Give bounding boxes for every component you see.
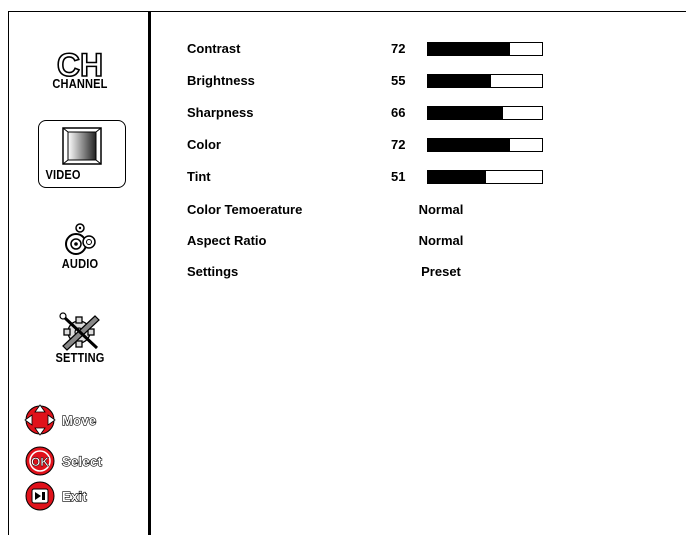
menu-value-contrast: 72 — [391, 41, 406, 56]
sidebar-item-video[interactable]: VIDEO — [38, 120, 126, 188]
sharpness-slider[interactable] — [427, 106, 543, 120]
sidebar-label-video: VIDEO — [45, 167, 81, 182]
menu-item-contrast[interactable]: Contrast 72 — [187, 41, 587, 61]
menu-value-sharpness: 66 — [391, 105, 406, 120]
menu-value-tint: 51 — [391, 169, 406, 184]
menu-label-tint: Tint — [187, 169, 211, 184]
sidebar-label-audio: AUDIO — [61, 256, 99, 271]
menu-label-color: Color — [187, 137, 221, 152]
brightness-slider-fill — [428, 75, 491, 87]
legend-exit: Exit — [24, 480, 87, 512]
menu-item-color-temperature[interactable]: Color Temoerature Normal — [187, 202, 587, 222]
legend-label-move: Move — [61, 412, 97, 428]
legend-label-exit: Exit — [61, 488, 88, 504]
brightness-slider[interactable] — [427, 74, 543, 88]
legend-label-select: Select — [61, 453, 103, 469]
menu-value-settings: Preset — [421, 264, 461, 279]
menu-item-tint[interactable]: Tint 51 — [187, 169, 587, 189]
tools-icon — [59, 312, 100, 351]
menu-label-brightness: Brightness — [187, 73, 255, 88]
color-slider-fill — [428, 139, 511, 151]
video-icon — [62, 127, 102, 165]
legend-move: Move — [24, 404, 97, 436]
exit-icon — [25, 481, 55, 511]
menu-item-brightness[interactable]: Brightness 55 — [187, 73, 587, 93]
menu-label-sharpness: Sharpness — [187, 105, 254, 120]
sidebar-item-channel[interactable]: CH CHANNEL — [30, 48, 130, 91]
legend-select: OK Select — [24, 445, 102, 477]
move-arrows-icon — [24, 404, 56, 436]
menu-item-settings[interactable]: Settings Preset — [187, 264, 587, 284]
sidebar-item-audio[interactable]: AUDIO — [30, 222, 130, 271]
menu-value-brightness: 55 — [391, 73, 406, 88]
sidebar-label-setting: SETTING — [55, 350, 105, 365]
sidebar-label-channel: CHANNEL — [52, 76, 108, 91]
menu-value-color: 72 — [391, 137, 406, 152]
contrast-slider-fill — [428, 43, 511, 55]
menu-label-color-temperature: Color Temoerature — [187, 202, 303, 217]
menu-item-aspect-ratio[interactable]: Aspect Ratio Normal — [187, 233, 587, 253]
svg-text:OK: OK — [31, 455, 49, 469]
tint-slider[interactable] — [427, 170, 543, 184]
frame-top-border — [8, 11, 686, 12]
menu-item-sharpness[interactable]: Sharpness 66 — [187, 105, 587, 125]
menu-label-aspect-ratio: Aspect Ratio — [187, 233, 267, 248]
tint-slider-fill — [428, 171, 487, 183]
contrast-slider[interactable] — [427, 42, 543, 56]
sidebar-item-setting[interactable]: SETTING — [30, 312, 130, 365]
menu-label-contrast: Contrast — [187, 41, 241, 56]
sharpness-slider-fill — [428, 107, 504, 119]
menu-label-settings: Settings — [187, 264, 239, 279]
ok-button-icon: OK — [25, 446, 55, 476]
menu-item-color[interactable]: Color 72 — [187, 137, 587, 157]
sidebar-divider — [148, 11, 151, 535]
frame-left-border — [8, 11, 9, 535]
color-slider[interactable] — [427, 138, 543, 152]
speaker-icon — [65, 223, 96, 255]
menu-value-aspect-ratio: Normal — [418, 233, 464, 248]
menu-value-color-temperature: Normal — [418, 202, 464, 217]
